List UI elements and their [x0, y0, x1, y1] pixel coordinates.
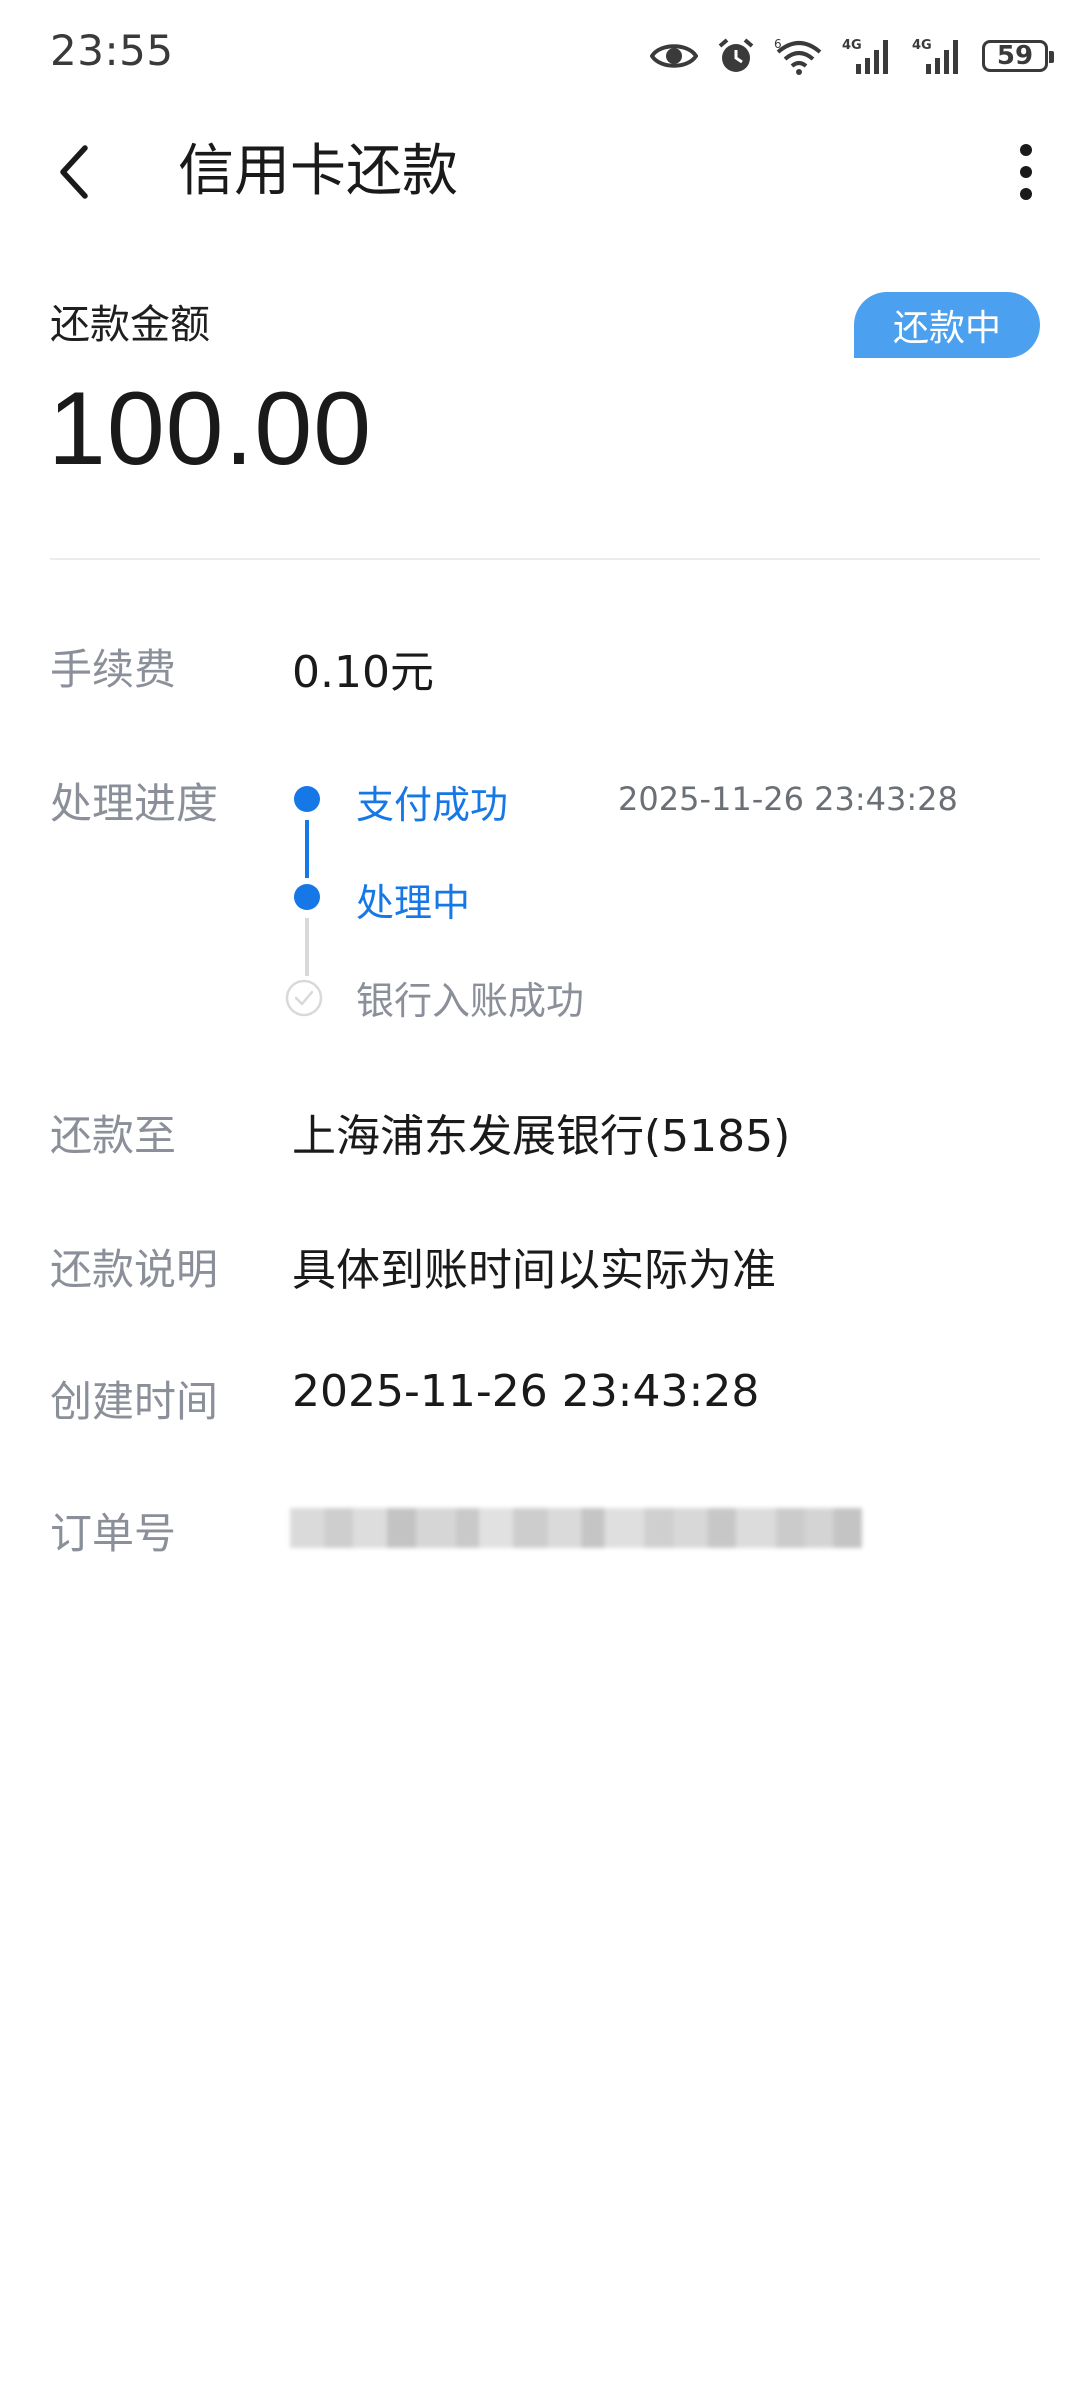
progress-timeline: 支付成功 2025-11-26 23:43:28 处理中 银行入账成功 — [270, 760, 990, 1060]
wifi-6-icon: 6 — [774, 37, 822, 75]
svg-text:4G: 4G — [842, 38, 862, 53]
repay-to-value: 上海浦东发展银行(5185) — [292, 1111, 791, 1162]
more-vertical-icon — [1020, 144, 1032, 200]
timeline-step-label: 支付成功 — [356, 783, 509, 827]
page-title: 信用卡还款 — [178, 139, 458, 204]
timeline-connector — [305, 820, 309, 878]
amount-value: 100.00 — [48, 371, 373, 487]
progress-label: 处理进度 — [50, 779, 219, 828]
eye-icon — [650, 44, 698, 68]
battery-indicator: 59 — [982, 40, 1054, 72]
back-button[interactable] — [38, 134, 108, 210]
repay-to-label: 还款至 — [50, 1111, 177, 1160]
timeline-connector — [305, 918, 309, 976]
more-options-button[interactable] — [996, 134, 1056, 210]
amount-section: 还款金额 100.00 还款中 — [48, 280, 1040, 560]
status-icons: 6 4G 4G 59 — [650, 30, 1054, 82]
repay-note-label: 还款说明 — [50, 1245, 219, 1294]
signal-4g-icon: 4G — [912, 38, 958, 74]
check-circle-icon — [285, 979, 323, 1017]
timeline-step-time: 2025-11-26 23:43:28 — [618, 780, 958, 818]
status-badge: 还款中 — [854, 292, 1040, 358]
app-bar: 信用卡还款 — [0, 112, 1088, 232]
created-time-value: 2025-11-26 23:43:28 — [292, 1366, 760, 1417]
created-time-label: 创建时间 — [50, 1377, 219, 1426]
status-time: 23:55 — [50, 26, 174, 75]
alarm-icon — [718, 38, 754, 72]
timeline-dot-active — [294, 884, 320, 910]
timeline-step-label: 银行入账成功 — [356, 979, 585, 1023]
fee-label: 手续费 — [50, 645, 177, 694]
status-bar: 23:55 6 4G 4G 59 — [0, 0, 1088, 112]
order-number-label: 订单号 — [50, 1509, 177, 1558]
chevron-left-icon — [60, 145, 88, 199]
order-number-redacted — [290, 1508, 862, 1548]
timeline-dot-done — [294, 786, 320, 812]
svg-text:4G: 4G — [912, 38, 932, 53]
svg-text:6: 6 — [774, 37, 782, 51]
timeline-step-label: 处理中 — [356, 881, 471, 925]
fee-value: 0.10元 — [292, 647, 434, 698]
repay-note-value: 具体到账时间以实际为准 — [292, 1245, 776, 1296]
signal-4g-icon: 4G — [842, 38, 888, 74]
amount-label: 还款金额 — [50, 302, 210, 348]
